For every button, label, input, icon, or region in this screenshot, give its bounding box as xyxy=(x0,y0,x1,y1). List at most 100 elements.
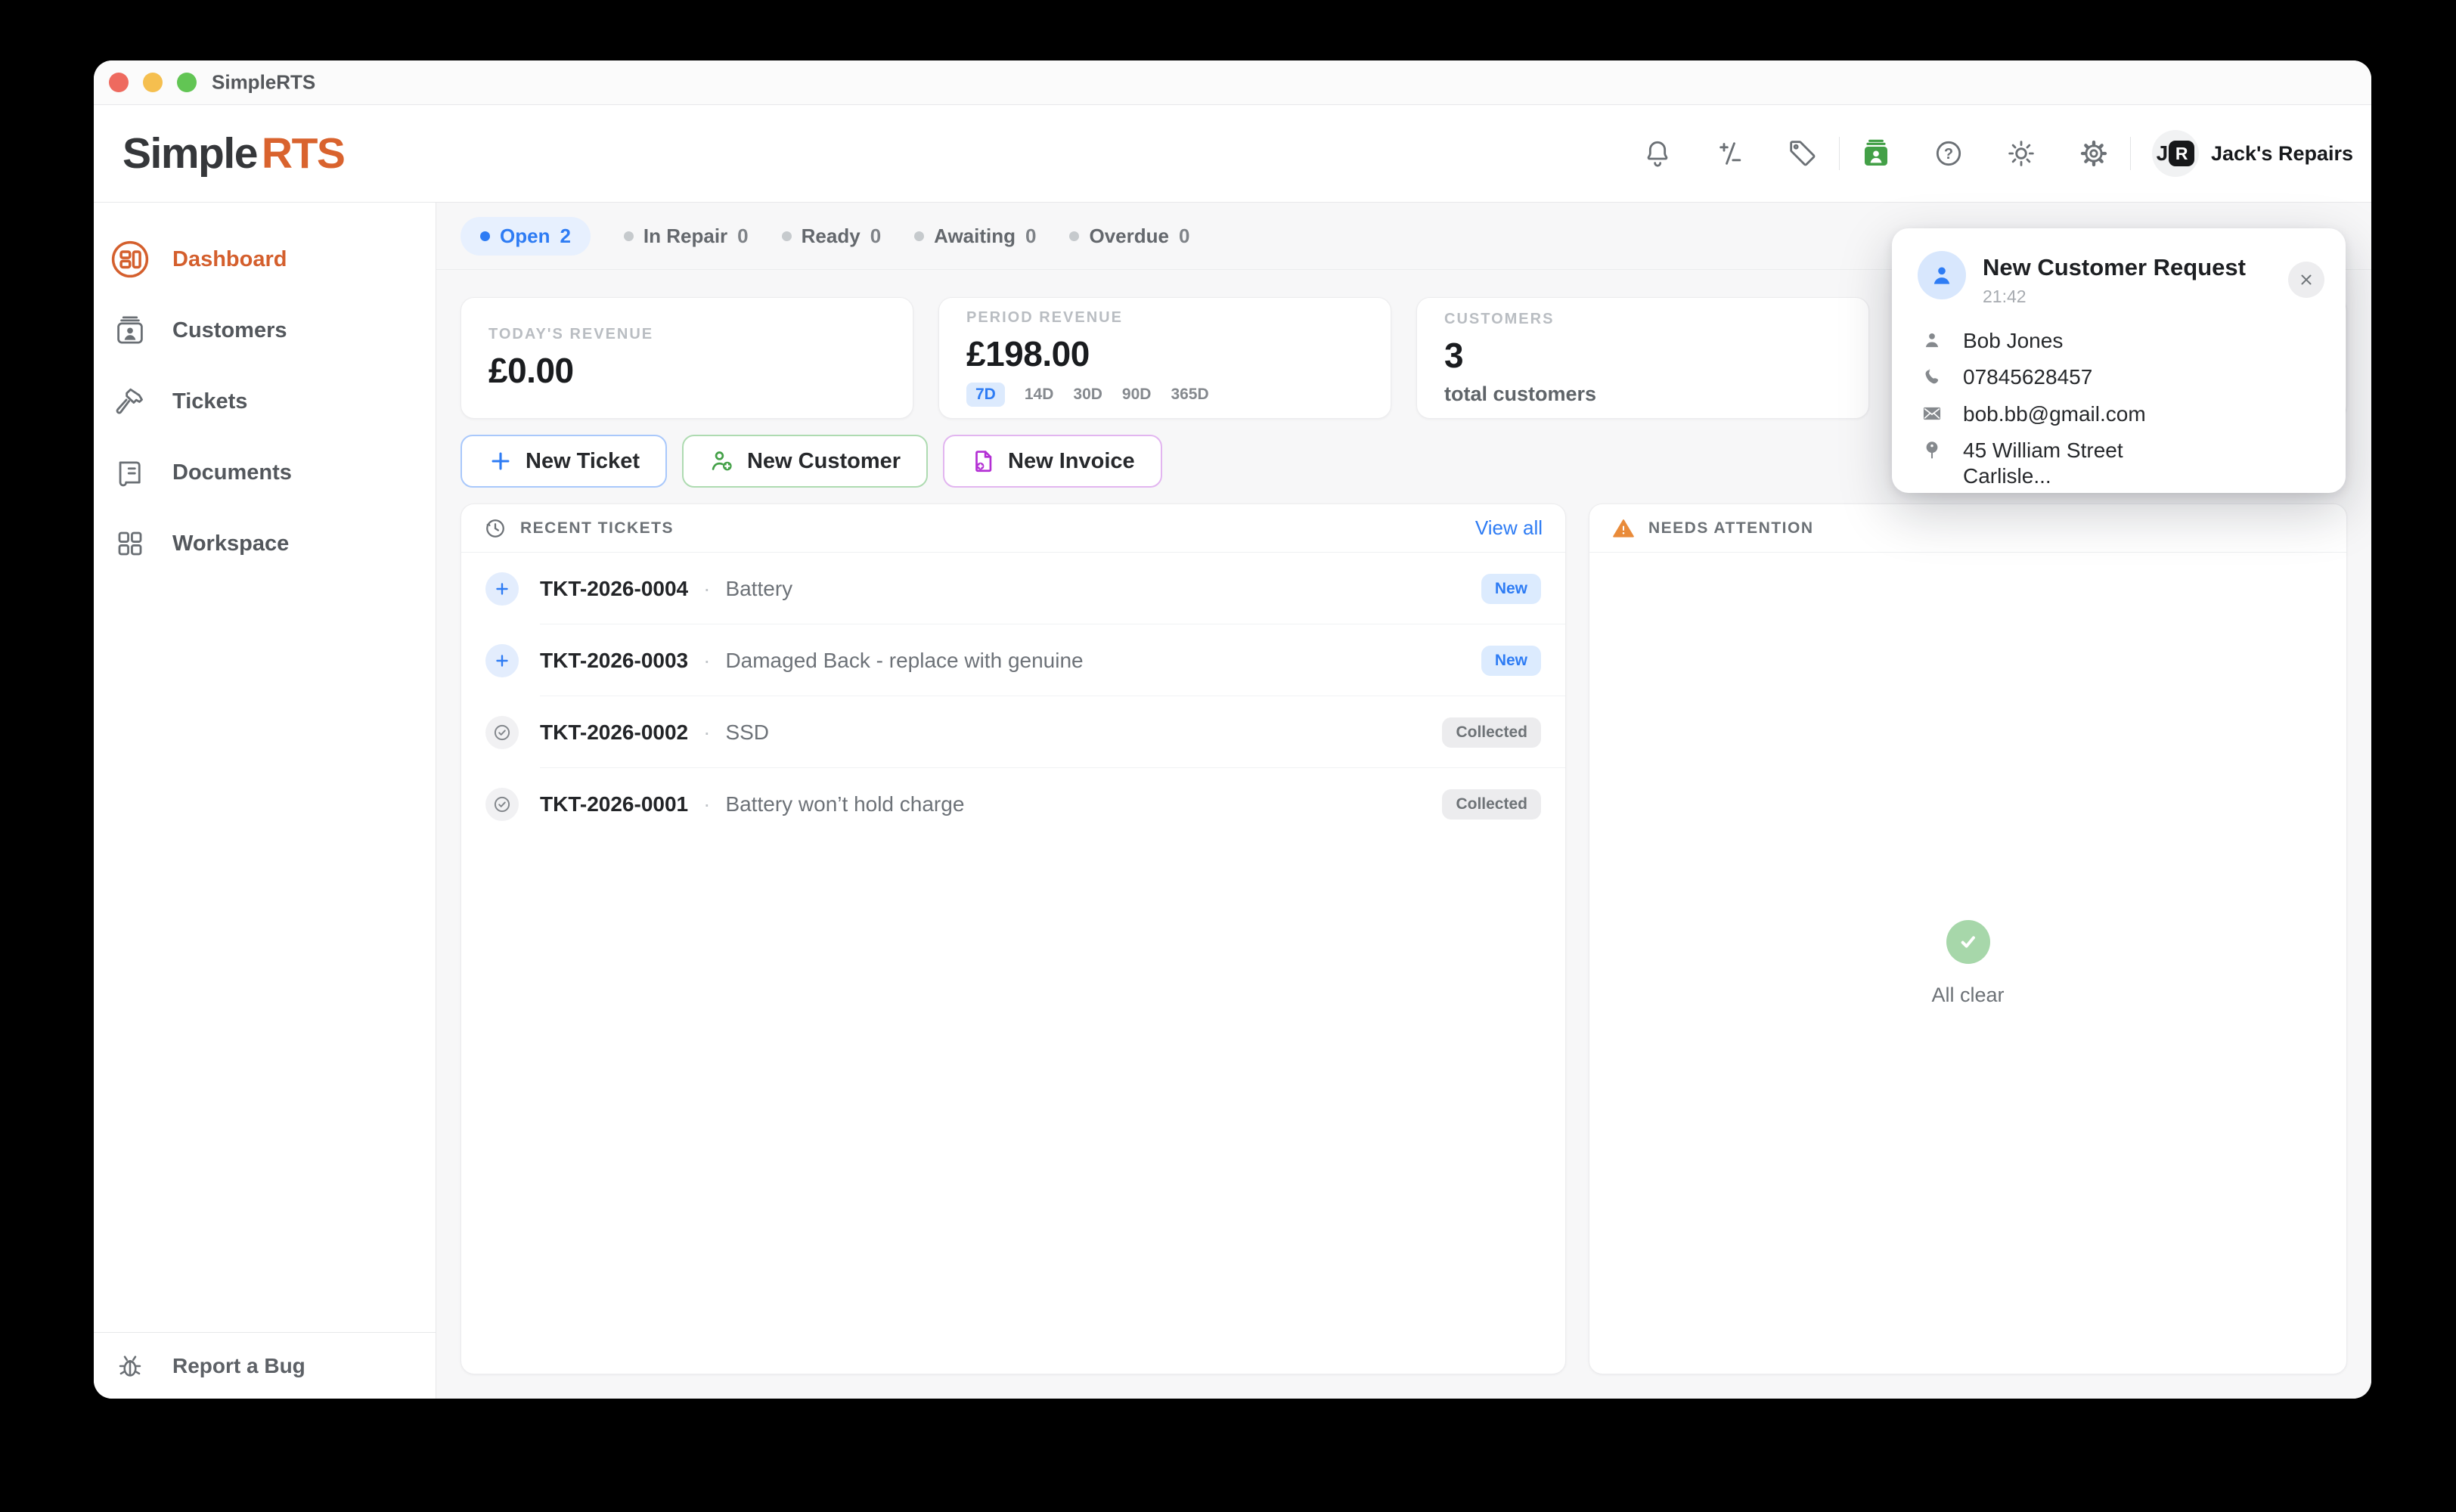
contact-card-icon[interactable] xyxy=(1861,138,1891,169)
grid-icon xyxy=(109,522,151,565)
view-all-link[interactable]: View all xyxy=(1475,516,1543,540)
notification-title: New Customer Request xyxy=(1983,251,2246,281)
recent-tickets-header: RECENT TICKETS View all xyxy=(461,504,1565,553)
notification-time: 21:42 xyxy=(1983,287,2246,307)
filter-label: In Repair xyxy=(643,225,727,248)
needs-attention-panel: NEEDS ATTENTION All clear xyxy=(1589,503,2347,1374)
hammer-icon xyxy=(109,380,151,423)
ticket-id: TKT-2026-0002 xyxy=(540,720,688,745)
new-ticket-label: New Ticket xyxy=(526,449,640,474)
status-badge: New xyxy=(1481,574,1541,604)
period-chip-7d[interactable]: 7D xyxy=(966,383,1005,407)
new-customer-button[interactable]: New Customer xyxy=(682,435,928,488)
period-chip-14d[interactable]: 14D xyxy=(1025,386,1054,404)
status-dot xyxy=(1069,231,1079,241)
status-badge: Collected xyxy=(1442,789,1541,820)
period-selector: 7D 14D 30D 90D 365D xyxy=(966,383,1363,407)
stat-label: PERIOD REVENUE xyxy=(966,309,1363,327)
ticket-separator: · xyxy=(703,577,710,601)
filter-label: Awaiting xyxy=(934,225,1016,248)
sun-icon[interactable] xyxy=(2006,138,2036,169)
sidebar-item-customers[interactable]: Customers xyxy=(94,295,436,366)
sidebar-item-label: Documents xyxy=(172,460,292,485)
filter-count: 2 xyxy=(560,225,570,248)
check-badge-icon xyxy=(485,788,519,821)
account-menu[interactable]: J R Jack's Repairs xyxy=(2152,130,2353,177)
gear-icon[interactable] xyxy=(2079,138,2109,169)
period-chip-90d[interactable]: 90D xyxy=(1122,386,1152,404)
ticket-id: TKT-2026-0003 xyxy=(540,649,688,673)
panels-row: RECENT TICKETS View all TKT-2026-0004 · … xyxy=(460,503,2347,1374)
tag-icon[interactable] xyxy=(1788,138,1818,169)
new-ticket-button[interactable]: New Ticket xyxy=(460,435,667,488)
needs-attention-header: NEEDS ATTENTION xyxy=(1589,504,2346,553)
bell-icon[interactable] xyxy=(1642,138,1673,169)
logo-primary: Simple xyxy=(122,129,257,178)
logo-accent: RTS xyxy=(262,129,345,178)
address-line-2: Carlisle... xyxy=(1963,464,2051,488)
ticket-row[interactable]: TKT-2026-0003 · Damaged Back - replace w… xyxy=(461,624,1565,696)
customer-phone: 07845628457 xyxy=(1963,364,2092,390)
app-window: SimpleRTS SimpleRTS xyxy=(94,60,2371,1399)
help-icon[interactable]: ? xyxy=(1933,138,1964,169)
all-clear-text: All clear xyxy=(1931,984,2004,1007)
person-circle-icon xyxy=(1918,251,1966,299)
close-icon xyxy=(2297,271,2315,289)
stat-value: £198.00 xyxy=(966,333,1363,374)
filter-count: 0 xyxy=(737,225,748,248)
sidebar-nav: Dashboard Customers xyxy=(94,224,436,1332)
close-notification-button[interactable] xyxy=(2288,262,2324,298)
filter-overdue[interactable]: Overdue 0 xyxy=(1069,225,1189,248)
status-dot xyxy=(624,231,634,241)
sidebar-item-workspace[interactable]: Workspace xyxy=(94,508,436,579)
filter-in-repair[interactable]: In Repair 0 xyxy=(624,225,749,248)
ticket-description: Damaged Back - replace with genuine xyxy=(725,649,1083,673)
sidebar: Dashboard Customers xyxy=(94,203,436,1399)
filter-label: Ready xyxy=(802,225,861,248)
report-bug-button[interactable]: Report a Bug xyxy=(94,1332,436,1399)
ticket-new-icon xyxy=(485,644,519,677)
header-toolbar: ? J xyxy=(1600,130,2353,177)
period-chip-365d[interactable]: 365D xyxy=(1171,386,1208,404)
zoom-window-button[interactable] xyxy=(177,73,197,92)
traffic-lights xyxy=(109,60,197,104)
person-plus-icon xyxy=(709,448,735,474)
sidebar-item-label: Workspace xyxy=(172,531,289,556)
ticket-row[interactable]: TKT-2026-0002 · SSD Collected xyxy=(461,696,1565,768)
close-window-button[interactable] xyxy=(109,73,129,92)
person-icon xyxy=(1921,330,1943,351)
address-line-1: 45 William Street xyxy=(1963,438,2123,462)
avatar-initial-j: J xyxy=(2157,141,2169,166)
ticket-separator: · xyxy=(703,792,710,816)
ticket-description: Battery won’t hold charge xyxy=(725,792,964,816)
plus-minus-icon[interactable] xyxy=(1715,138,1745,169)
account-name: Jack's Repairs xyxy=(2211,142,2353,166)
sidebar-item-dashboard[interactable]: Dashboard xyxy=(94,224,436,295)
header-divider xyxy=(1839,137,1840,170)
contact-card-icon xyxy=(109,309,151,352)
customer-address-row: 45 William StreetCarlisle... xyxy=(1921,438,2320,488)
new-customer-label: New Customer xyxy=(747,449,901,474)
ticket-id: TKT-2026-0004 xyxy=(540,577,688,601)
file-plus-icon xyxy=(970,448,996,474)
stat-label: TODAY'S REVENUE xyxy=(488,326,885,343)
minimize-window-button[interactable] xyxy=(143,73,163,92)
filter-ready[interactable]: Ready 0 xyxy=(782,225,882,248)
sidebar-item-tickets[interactable]: Tickets xyxy=(94,366,436,437)
period-chip-30d[interactable]: 30D xyxy=(1073,386,1102,404)
stat-label: CUSTOMERS xyxy=(1444,311,1841,328)
status-dot xyxy=(782,231,792,241)
filter-count: 0 xyxy=(1025,225,1036,248)
warning-icon xyxy=(1612,517,1635,540)
check-circle-icon xyxy=(1946,920,1990,964)
header-divider xyxy=(2130,137,2131,170)
status-badge: Collected xyxy=(1442,717,1541,748)
window-title: SimpleRTS xyxy=(212,71,315,94)
ticket-row[interactable]: TKT-2026-0001 · Battery won’t hold charg… xyxy=(461,768,1565,840)
filter-awaiting[interactable]: Awaiting 0 xyxy=(914,225,1036,248)
filter-count: 0 xyxy=(1179,225,1189,248)
filter-open[interactable]: Open 2 xyxy=(460,217,591,256)
ticket-row[interactable]: TKT-2026-0004 · Battery New xyxy=(461,553,1565,624)
sidebar-item-documents[interactable]: Documents xyxy=(94,437,436,508)
new-invoice-button[interactable]: New Invoice xyxy=(943,435,1162,488)
